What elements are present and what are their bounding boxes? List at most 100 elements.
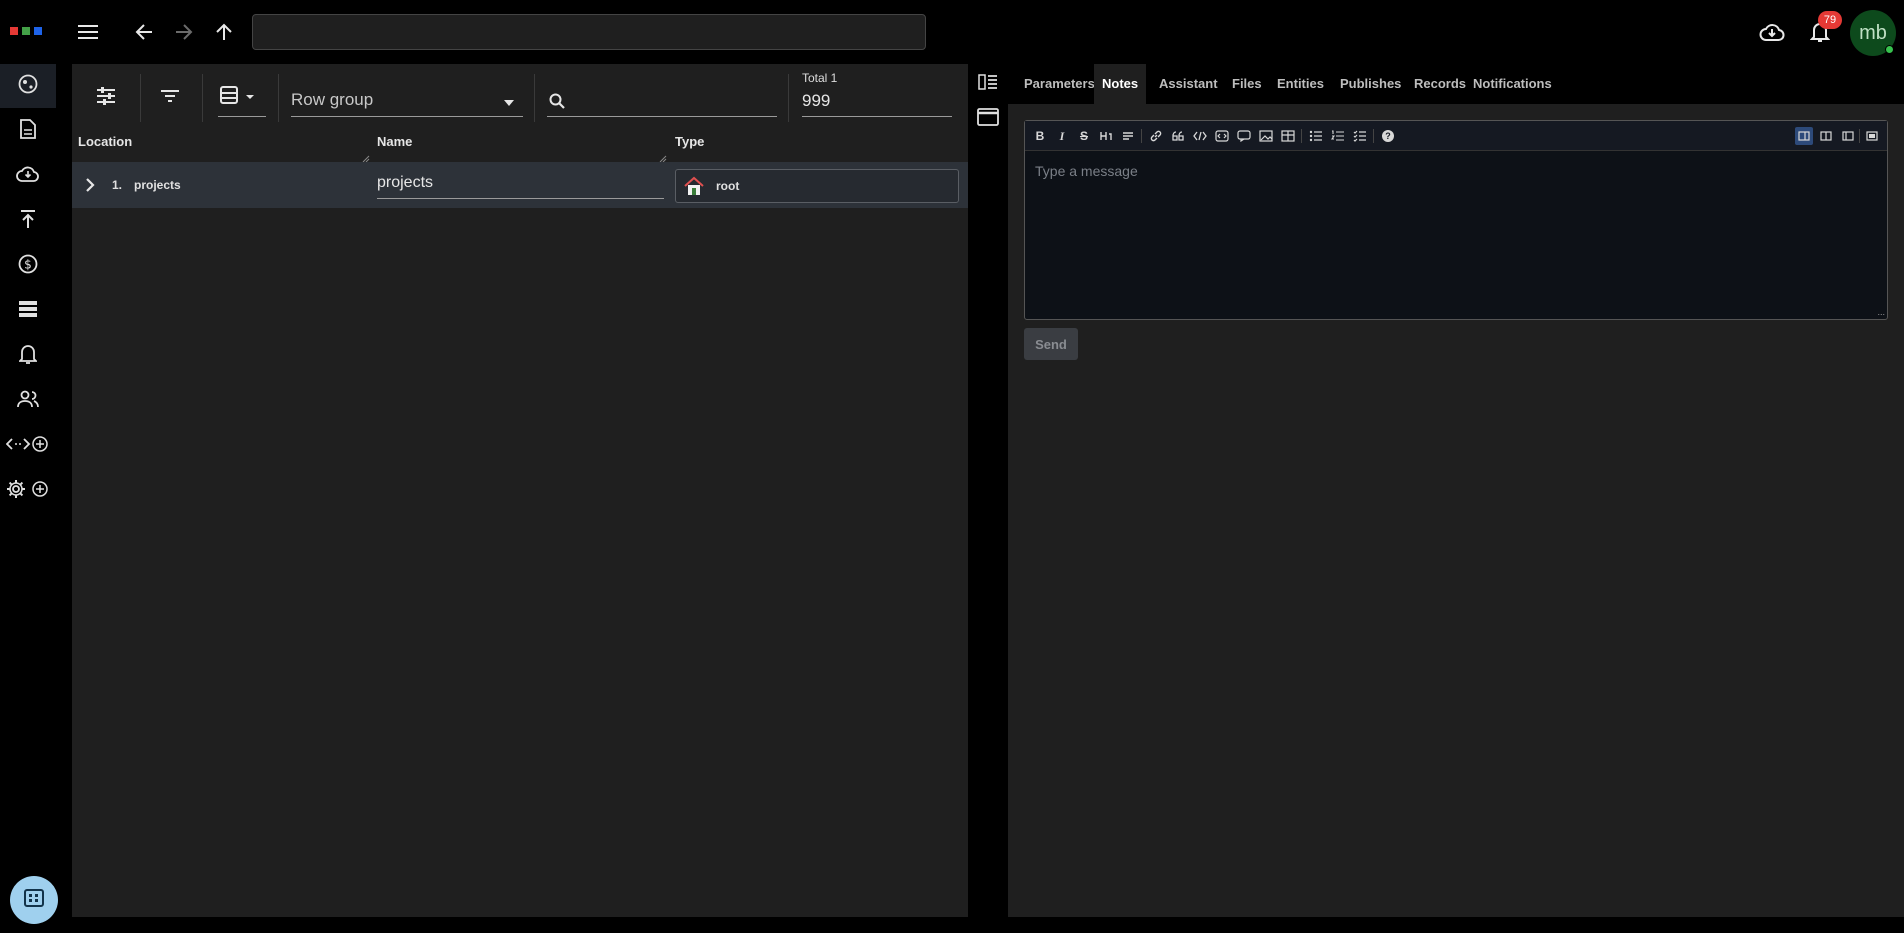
task-list-icon[interactable] [1351,127,1369,145]
page-size-underline [802,116,952,117]
sidebar-item-billing[interactable]: $ [0,244,56,288]
bottom-strip [56,917,1904,933]
column-resize-handle[interactable] [362,150,370,163]
tab-publishes[interactable]: Publishes [1332,64,1409,104]
code-icon[interactable] [1191,127,1209,145]
message-placeholder: Type a message [1035,163,1138,179]
split-view-icon[interactable] [1817,127,1835,145]
bold-button[interactable]: B [1031,127,1049,145]
up-arrow-icon[interactable] [212,20,236,44]
sidebar-item-storage[interactable] [0,289,56,333]
editor-mode-icon[interactable] [1795,127,1813,145]
tab-notes[interactable]: Notes [1094,64,1147,104]
grid-panel: Row group Total 1 999 Location Name Type… [72,64,968,917]
globe-icon [18,74,38,99]
notification-count-badge: 79 [1818,11,1842,29]
editor-toolbar: B I S ? [1025,121,1887,151]
cloud-download-icon [16,165,40,188]
app-logo[interactable] [10,27,46,37]
toolbar-divider [1301,129,1302,143]
window-icon[interactable] [975,106,1001,128]
bullet-list-icon[interactable] [1307,127,1325,145]
view-selector-icon[interactable] [218,84,262,110]
svg-text:$: $ [24,257,32,271]
bell-icon [17,344,39,369]
column-header-name[interactable]: Name [377,134,412,149]
toolbar-divider [278,74,279,122]
address-input[interactable] [252,14,926,50]
grid-toolbar: Row group Total 1 999 [72,64,968,130]
code-block-icon[interactable] [1213,127,1231,145]
column-resize-handle[interactable] [659,150,667,163]
search-icon [548,92,566,110]
sidebar-item-documents[interactable] [0,109,56,153]
row-index: 1. [112,178,123,192]
tab-entities[interactable]: Entities [1269,64,1332,104]
preview-icon[interactable] [1839,127,1857,145]
table-icon[interactable] [1279,127,1297,145]
row-group-underline [291,116,523,117]
column-header-location[interactable]: Location [78,134,132,149]
sidebar-item-cloud[interactable] [0,154,56,198]
row-type-label: root [716,179,740,193]
fullscreen-icon[interactable] [1863,127,1881,145]
row-name-underline [377,198,664,199]
sidebar: $ [0,64,56,933]
expand-chevron-icon[interactable] [82,177,98,193]
cloud-download-icon[interactable] [1758,18,1786,46]
comment-icon[interactable] [1235,127,1253,145]
building-folder-icon [23,887,45,914]
storage-icon [18,300,38,323]
sidebar-item-api[interactable] [0,424,56,468]
online-status-dot [1885,45,1894,54]
forward-arrow-icon[interactable] [172,20,196,44]
dollar-icon: $ [18,254,38,279]
tab-records[interactable]: Records [1406,64,1474,104]
panel-list-icon[interactable] [976,72,1000,92]
toolbar-divider [1141,129,1142,143]
page-size-input[interactable]: 999 [802,91,830,111]
back-arrow-icon[interactable] [132,20,156,44]
gear-add-icon [6,479,50,504]
tune-icon[interactable] [94,84,118,108]
numbered-list-icon[interactable] [1329,127,1347,145]
row-type-chip[interactable]: root [675,169,959,203]
toolbar-divider [788,74,789,122]
filter-icon[interactable] [158,84,182,108]
toolbar-divider [534,74,535,122]
panel-tabs: Parameters Notes Assistant Files Entitie… [1008,64,1904,104]
toolbar-divider [1859,129,1860,143]
editor-resize-handle[interactable]: ... [1877,307,1885,317]
strikethrough-button[interactable]: S [1075,127,1093,145]
sidebar-item-notifications[interactable] [0,334,56,378]
toolbar-divider [140,74,141,122]
sidebar-item-publish[interactable] [0,199,56,243]
sidebar-item-projects[interactable] [0,64,56,108]
code-add-icon [5,435,50,458]
search-underline [547,116,777,117]
tab-parameters[interactable]: Parameters [1016,64,1103,104]
row-name-input[interactable]: projects [377,174,433,192]
document-icon [19,118,37,144]
link-icon[interactable] [1147,127,1165,145]
italic-button[interactable]: I [1053,127,1071,145]
image-icon[interactable] [1257,127,1275,145]
tab-files[interactable]: Files [1224,64,1270,104]
quote-icon[interactable] [1169,127,1187,145]
project-browser-fab[interactable] [10,876,58,924]
horizontal-rule-icon[interactable] [1119,127,1137,145]
toolbar-divider [202,74,203,122]
markdown-editor[interactable]: B I S ? Type a message ... [1024,120,1888,320]
toolbar-divider [1373,129,1374,143]
sidebar-item-settings[interactable] [0,469,56,513]
help-button[interactable]: ? [1379,127,1397,145]
heading-icon[interactable] [1097,127,1115,145]
column-header-type[interactable]: Type [675,134,704,149]
sidebar-item-users[interactable] [0,379,56,423]
tab-notifications[interactable]: Notifications [1465,64,1560,104]
panel-toggle-strip [968,64,1008,917]
menu-icon[interactable] [76,20,100,44]
table-row[interactable]: 1. projects projects root [72,162,968,208]
tab-assistant[interactable]: Assistant [1151,64,1226,104]
send-button[interactable]: Send [1024,328,1078,360]
